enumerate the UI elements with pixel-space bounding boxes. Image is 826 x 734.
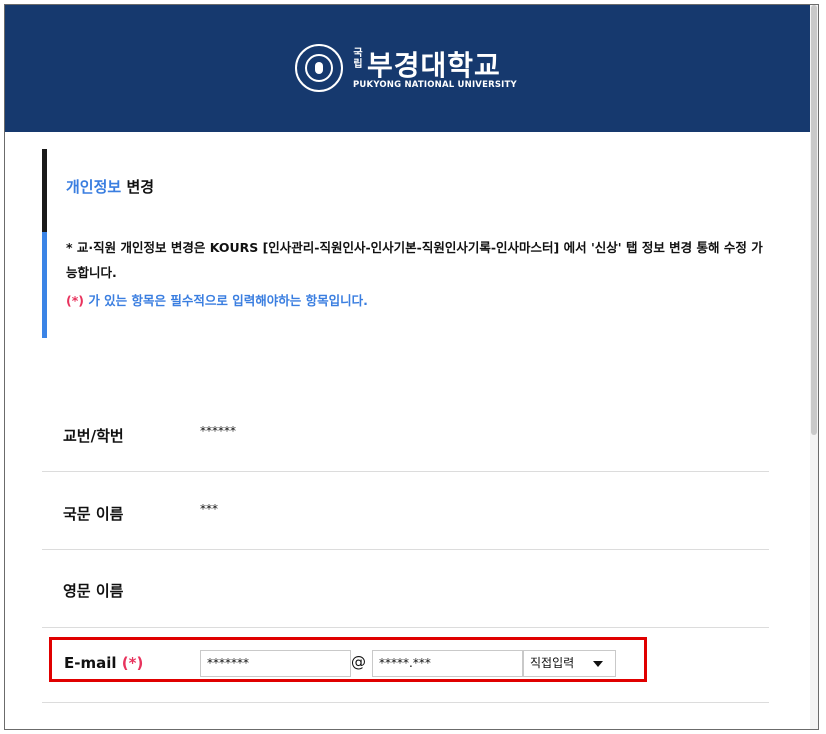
brand-small-text: 국립	[353, 48, 363, 70]
page-scrollbar[interactable]	[810, 5, 818, 729]
english-name-row: 영문 이름	[42, 550, 769, 628]
korean-name-row: 국문 이름 ***	[42, 472, 769, 550]
id-value: ******	[200, 424, 236, 438]
required-note-text: 가 있는 항목은 필수적으로 입력해야하는 항목입니다.	[88, 293, 368, 308]
brand-subtitle: PUKYONG NATIONAL UNIVERSITY	[353, 80, 517, 90]
university-logo[interactable]: 국립 부경대학교 PUKYONG NATIONAL UNIVERSITY	[295, 44, 535, 94]
english-name-label: 영문 이름	[63, 582, 124, 600]
email-required-mark: (*)	[121, 654, 144, 672]
required-mark: (*)	[66, 293, 84, 308]
email-label: E-mail (*)	[64, 654, 143, 672]
email-domain-select-value: 직접입력	[530, 656, 575, 670]
header-banner: 국립 부경대학교 PUKYONG NATIONAL UNIVERSITY	[5, 5, 811, 132]
page-title-rest: 변경	[126, 178, 155, 196]
required-note: (*) 가 있는 항목은 필수적으로 입력해야하는 항목입니다.	[66, 290, 368, 309]
form-bottom-divider	[42, 702, 769, 703]
scrollbar-thumb[interactable]	[811, 5, 817, 435]
email-domain-select[interactable]: 직접입력	[523, 650, 616, 677]
page-title-highlight: 개인정보	[66, 178, 122, 196]
email-local-input[interactable]: *******	[200, 650, 351, 677]
korean-name-label: 국문 이름	[63, 505, 124, 523]
brand-name: 부경대학교	[367, 49, 501, 82]
korean-name-value: ***	[200, 502, 218, 516]
notice-accent-bar	[42, 232, 47, 338]
email-label-text: E-mail	[64, 654, 117, 672]
notice-text: * 교·직원 개인정보 변경은 KOURS [인사관리-직원인사-인사기본-직원…	[66, 240, 763, 280]
chevron-down-icon	[593, 661, 603, 667]
email-domain-input[interactable]: *****.***	[372, 650, 523, 677]
university-seal-icon	[295, 44, 343, 92]
page-title: 개인정보 변경	[66, 176, 154, 197]
section-accent-bar	[42, 149, 47, 232]
id-label: 교번/학번	[63, 427, 124, 445]
email-at-sign: @	[351, 653, 366, 671]
id-row: 교번/학번 ******	[42, 396, 769, 472]
